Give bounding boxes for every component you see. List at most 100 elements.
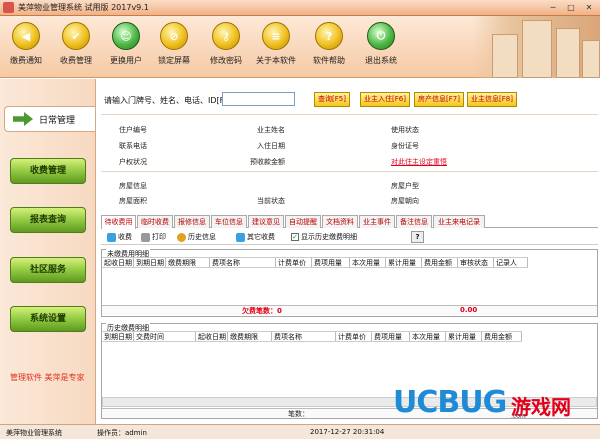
tab-call-log[interactable]: 业主来电记录 (433, 215, 485, 228)
status-app-name: 美萍物业管理系统 (6, 429, 62, 437)
toolbar-label: 关于本软件 (256, 56, 296, 65)
search-input[interactable] (222, 92, 295, 106)
toolbar-about-button[interactable]: ≡ 关于本软件 (252, 22, 300, 66)
help-button[interactable]: ? (411, 231, 424, 243)
toolbar-charge-button[interactable]: ✔ 收费管理 (52, 22, 100, 66)
money-icon (107, 232, 116, 242)
toolbar-help-button[interactable]: ? 软件帮助 (305, 22, 353, 66)
toolbar-label: 更换用户 (110, 56, 142, 65)
divider (101, 114, 598, 115)
show-history-label: 显示历史缴费明细 (301, 233, 357, 241)
unpaid-count: 欠费笔数：0 (242, 307, 282, 315)
unpaid-group: 未缴费用明细 起收日期 到期日期 缴费期限 费项名称 计费单价 费项用量 本次用… (101, 249, 598, 317)
unpaid-header: 起收日期 到期日期 缴费期限 费项名称 计费单价 费项用量 本次用量 累计用量 … (102, 257, 528, 268)
col-header[interactable]: 计费单价 (336, 332, 372, 341)
other-charge-button[interactable]: 其它收费 (236, 232, 275, 242)
status-bar: 美萍物业管理系统 操作员：admin 2017-12-27 20:31:04 (0, 424, 600, 439)
toolbar-label: 缴费通知 (10, 56, 42, 65)
tab-reminders[interactable]: 自动提醒 (285, 215, 321, 228)
col-header[interactable]: 记录人 (494, 258, 528, 267)
col-header[interactable]: 缴费期限 (228, 332, 272, 341)
checkin-button[interactable]: 业主入住[F6] (360, 92, 410, 107)
col-header[interactable]: 起收日期 (102, 258, 134, 267)
divider (101, 171, 598, 172)
document-icon: ≡ (262, 22, 290, 50)
toolbar-exit-button[interactable]: ⏻ 退出系统 (357, 22, 405, 66)
sidebar: 日常管理 收费管理 报表查询 社区服务 系统设置 管理软件 美萍是专家 (0, 79, 96, 424)
owner-info-button[interactable]: 业主信息[F8] (467, 92, 517, 107)
money-icon (236, 232, 245, 242)
unpaid-grid[interactable] (102, 269, 597, 304)
col-header[interactable]: 交费时间 (134, 332, 196, 341)
tab-documents[interactable]: 文档资料 (322, 215, 358, 228)
tab-strip: 待收费用 临时收费 报修信息 车位信息 建议意见 自动提醒 文档资料 业主事件 … (101, 215, 598, 229)
print-label: 打印 (152, 233, 166, 241)
sidebar-item-reports[interactable]: 报表查询 (10, 207, 86, 233)
col-header[interactable]: 审核状态 (458, 258, 494, 267)
main-panel: 请输入门牌号、姓名、电话、ID[F2] 查询[F5] 业主入住[F6] 房产信息… (97, 79, 600, 424)
col-header[interactable]: 费用金额 (422, 258, 458, 267)
col-header[interactable]: 计费单价 (276, 258, 312, 267)
owner-setting-link[interactable]: 对此住主设定重悟 (391, 157, 447, 167)
toolbar-notify-button[interactable]: ◀ 缴费通知 (2, 22, 50, 66)
search-label: 请输入门牌号、姓名、电话、ID[F2] (104, 96, 233, 105)
no-entry-icon: ⊘ (160, 22, 188, 50)
close-button[interactable]: ✕ (581, 1, 597, 14)
sidebar-item-charge[interactable]: 收费管理 (10, 158, 86, 184)
toolbar-label: 收费管理 (60, 56, 92, 65)
sidebar-item-daily[interactable]: 日常管理 (4, 106, 95, 132)
col-header[interactable]: 起收日期 (196, 332, 228, 341)
print-button[interactable]: 打印 (141, 232, 166, 242)
col-header[interactable]: 费项用量 (312, 258, 350, 267)
maximize-button[interactable]: □ (563, 1, 579, 14)
sidebar-item-community[interactable]: 社区服务 (10, 257, 86, 283)
tab-parking[interactable]: 车位信息 (211, 215, 247, 228)
tab-pending-fees[interactable]: 待收费用 (101, 215, 136, 229)
query-button[interactable]: 查询[F5] (314, 92, 350, 107)
minimize-button[interactable]: ─ (545, 1, 561, 14)
show-history-checkbox[interactable]: ✓ 显示历史缴费明细 (291, 232, 357, 242)
col-header[interactable]: 本次用量 (350, 258, 386, 267)
toolbar-switch-user-button[interactable]: ☺ 更换用户 (102, 22, 150, 66)
key-icon: ⚷ (212, 22, 240, 50)
history-label: 历史信息 (188, 233, 216, 241)
col-header[interactable]: 累计用量 (446, 332, 482, 341)
col-header[interactable]: 到期日期 (102, 332, 134, 341)
sidebar-item-label: 日常管理 (39, 115, 76, 126)
tab-repair[interactable]: 报修信息 (174, 215, 210, 228)
toolbar-lock-button[interactable]: ⊘ 锁定屏幕 (150, 22, 198, 66)
power-icon: ⏻ (367, 22, 395, 50)
watermark-logo: UCBUG 游戏网 .com (393, 385, 598, 421)
house-info-label: 房屋信息 (119, 182, 147, 190)
col-header[interactable]: 到期日期 (134, 258, 166, 267)
col-header[interactable]: 本次用量 (410, 332, 446, 341)
tab-events[interactable]: 业主事件 (359, 215, 395, 228)
sub-toolbar: 收费 打印 历史信息 其它收费 ✓ 显示历史缴费明细 ? (101, 229, 598, 245)
tab-notes[interactable]: 备注信息 (396, 215, 432, 228)
col-header[interactable]: 累计用量 (386, 258, 422, 267)
house-orientation-label: 房屋朝向 (391, 197, 419, 205)
id-number-label: 身份证号 (391, 142, 419, 150)
col-header[interactable]: 缴费期限 (166, 258, 210, 267)
history-count: 笔数： (288, 410, 309, 418)
tab-suggestions[interactable]: 建议意见 (248, 215, 284, 228)
prepaid-label: 预收款金额 (250, 158, 285, 166)
col-header[interactable]: 费用金额 (482, 332, 522, 341)
history-button[interactable]: 历史信息 (177, 232, 216, 242)
property-info-button[interactable]: 房产信息[F7] (414, 92, 464, 107)
col-header[interactable]: 费项用量 (372, 332, 410, 341)
col-header[interactable]: 费项名称 (210, 258, 276, 267)
toolbar-password-button[interactable]: ⚷ 修改密码 (202, 22, 250, 66)
house-area-label: 房屋面积 (119, 197, 147, 205)
toolbar-label: 软件帮助 (313, 56, 345, 65)
col-header[interactable]: 费项名称 (272, 332, 336, 341)
household-id-label: 住户编号 (119, 126, 147, 134)
charge-button[interactable]: 收费 (107, 232, 132, 242)
help-icon: ? (315, 22, 343, 50)
tab-temp-charge[interactable]: 临时收费 (137, 215, 173, 228)
user-swap-icon: ☺ (112, 22, 140, 50)
house-type-label: 房屋户型 (391, 182, 419, 190)
status-operator: 操作员：admin (97, 429, 147, 437)
sidebar-item-settings[interactable]: 系统设置 (10, 306, 86, 332)
other-charge-label: 其它收费 (247, 233, 275, 241)
